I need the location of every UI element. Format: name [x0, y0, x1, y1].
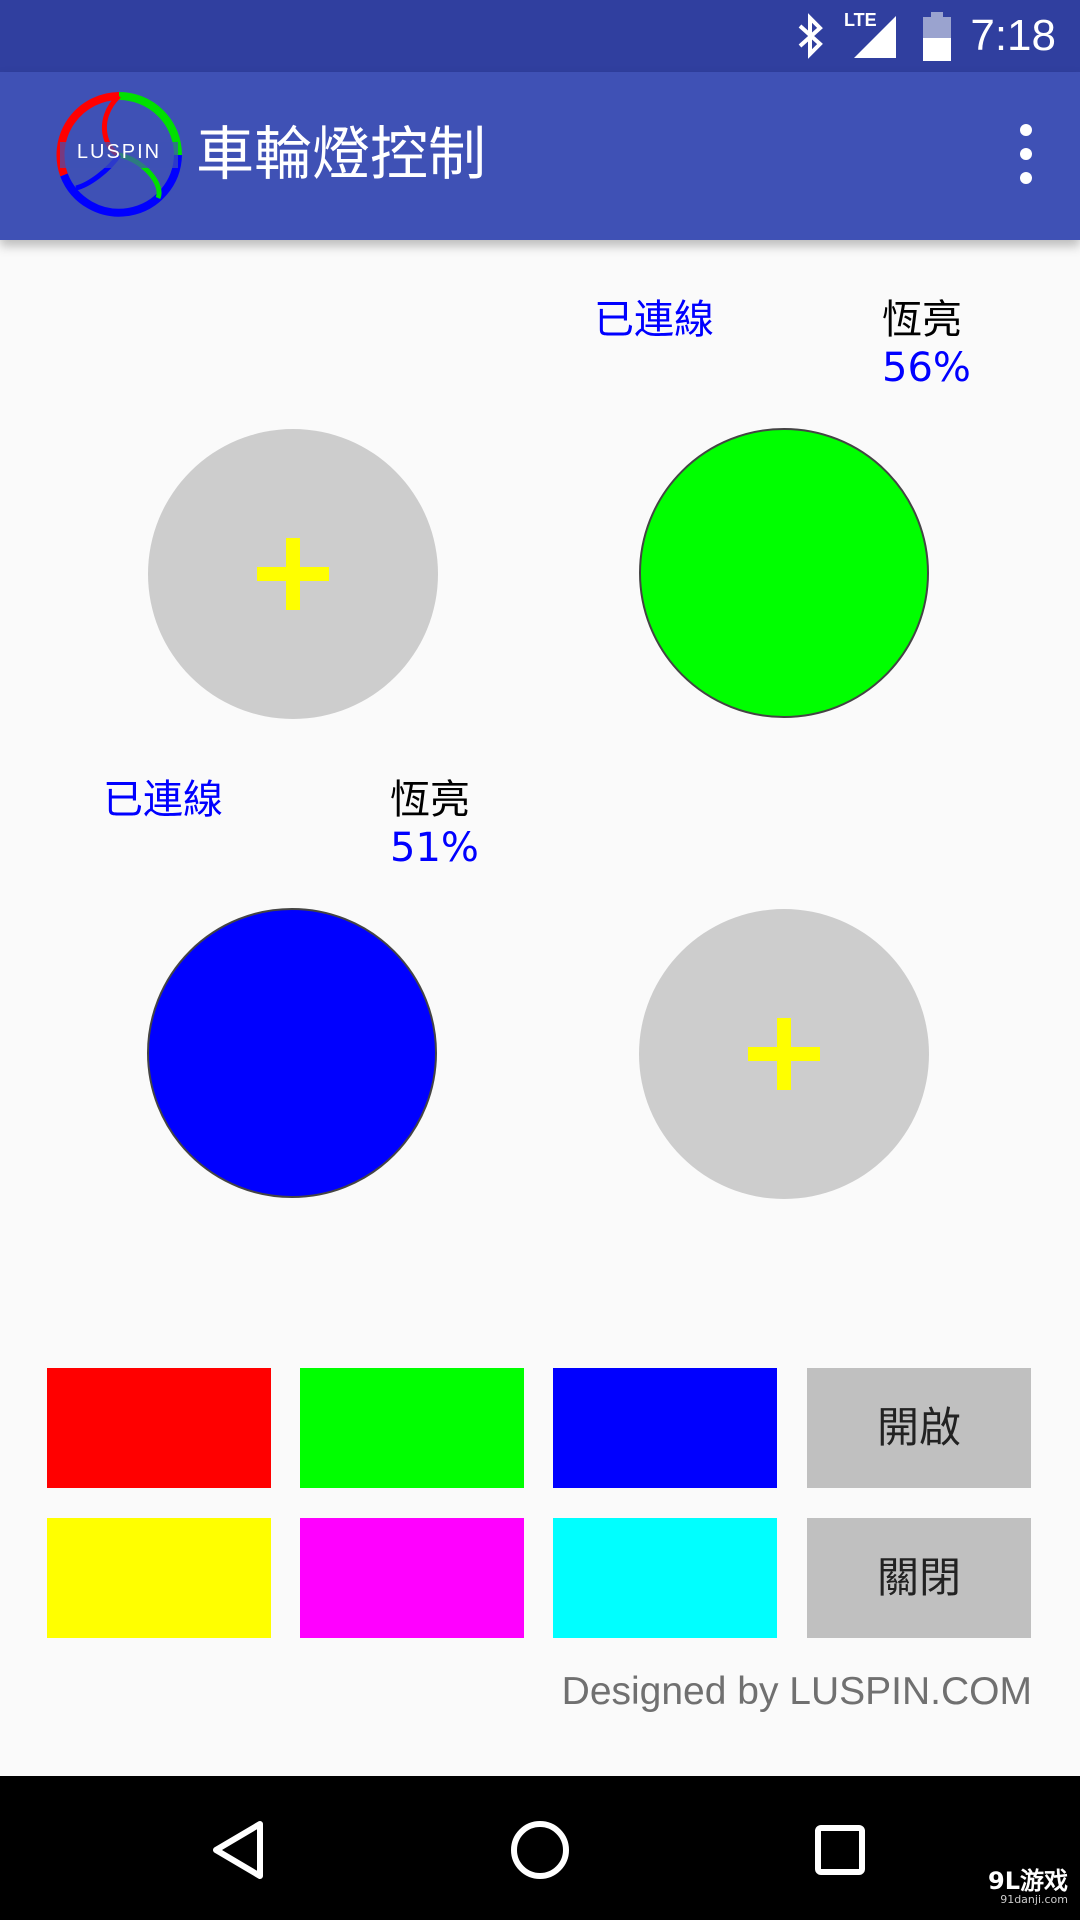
device-2-status: 已連線: [594, 297, 714, 343]
color-swatch-yellow[interactable]: [47, 1518, 271, 1638]
color-swatch-green[interactable]: [300, 1368, 524, 1488]
device-2-light[interactable]: [639, 428, 929, 718]
device-3-brightness: 51%: [390, 825, 479, 871]
status-bar: LTE 7:18: [0, 0, 1080, 72]
color-swatch-cyan[interactable]: [553, 1518, 777, 1638]
lte-signal-icon: LTE: [842, 10, 898, 60]
turn-on-button[interactable]: 開啟: [807, 1368, 1031, 1488]
add-icon: [257, 538, 329, 610]
turn-off-button[interactable]: 關閉: [807, 1518, 1031, 1638]
back-icon[interactable]: [200, 1810, 280, 1890]
device-3-light[interactable]: [147, 908, 437, 1198]
device-3-status: 已連線: [103, 777, 223, 823]
color-swatch-red[interactable]: [47, 1368, 271, 1488]
add-icon: [748, 1018, 820, 1090]
logo-text: LUSPIN: [76, 141, 162, 163]
navigation-bar: [0, 1776, 1080, 1920]
recents-icon[interactable]: [800, 1810, 880, 1890]
status-time: 7:18: [970, 11, 1056, 60]
device-2-mode: 恆亮: [882, 297, 962, 343]
battery-icon: [923, 12, 951, 61]
device-2-brightness: 56%: [882, 345, 971, 391]
add-device-button-4[interactable]: [639, 909, 929, 1199]
add-device-button-1[interactable]: [148, 429, 438, 719]
luspin-logo: LUSPIN: [54, 90, 184, 220]
color-swatch-blue[interactable]: [553, 1368, 777, 1488]
device-3-mode: 恆亮: [390, 777, 470, 823]
app-title: 車輪燈控制: [196, 120, 487, 188]
lte-label: LTE: [844, 10, 877, 30]
watermark-url: 91danji.com: [1000, 1893, 1068, 1906]
designer-credit: Designed by LUSPIN.COM: [561, 1670, 1032, 1713]
watermark-text: 9L游戏: [988, 1867, 1068, 1895]
bluetooth-icon: [798, 13, 823, 59]
watermark: 9L游戏 91danji.com: [988, 1868, 1068, 1906]
home-icon[interactable]: [500, 1810, 580, 1890]
app-bar: LUSPIN 車輪燈控制: [0, 72, 1080, 240]
overflow-menu-icon[interactable]: [1012, 124, 1040, 188]
color-swatch-magenta[interactable]: [300, 1518, 524, 1638]
